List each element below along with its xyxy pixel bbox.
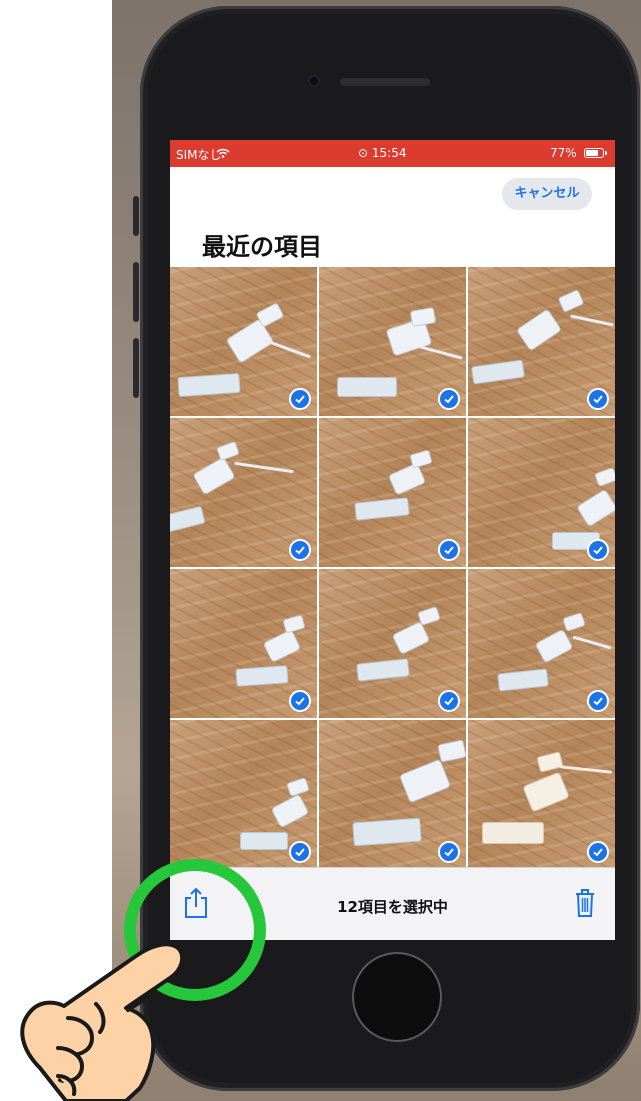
photo-thumbnail[interactable] <box>319 569 466 718</box>
photo-thumbnail[interactable] <box>319 267 466 416</box>
status-bar: SIMなし ⊙ 15:54 77% <box>170 140 615 167</box>
photo-thumbnail[interactable] <box>170 720 317 869</box>
selected-check-icon <box>587 690 609 712</box>
earpiece <box>340 78 430 86</box>
page-title: 最近の項目 <box>202 233 322 261</box>
side-button <box>133 196 139 236</box>
selected-check-icon <box>289 841 311 863</box>
selected-check-icon <box>438 690 460 712</box>
battery-icon <box>584 148 607 158</box>
status-time: ⊙ 15:54 <box>358 146 407 160</box>
front-camera <box>308 75 320 87</box>
usb-stick <box>240 832 288 850</box>
usb-stick <box>235 665 289 687</box>
selected-check-icon <box>438 841 460 863</box>
battery-percent: 77% <box>550 146 577 160</box>
selected-check-icon <box>587 841 609 863</box>
usb-stick <box>352 817 422 847</box>
pointing-hand-icon <box>20 942 185 1101</box>
cancel-button[interactable]: キャンセル <box>502 178 592 210</box>
volume-down-button <box>133 338 139 398</box>
usb-stick <box>482 822 544 844</box>
trash-icon[interactable] <box>574 888 596 918</box>
selected-check-icon <box>289 388 311 410</box>
usb-stick <box>337 377 397 397</box>
photo-thumbnail[interactable] <box>319 418 466 567</box>
photo-thumbnail[interactable] <box>170 418 317 567</box>
home-button[interactable] <box>352 952 442 1042</box>
volume-up-button <box>133 262 139 322</box>
selected-check-icon <box>438 539 460 561</box>
phone-screen: SIMなし ⊙ 15:54 77% キャンセル 最近の項目 12項目を選択中 <box>170 140 615 940</box>
photo-thumbnail[interactable] <box>319 720 466 869</box>
carrier-label: SIMなし <box>176 148 222 162</box>
photo-thumbnail[interactable] <box>468 267 615 416</box>
photo-thumbnail[interactable] <box>170 569 317 718</box>
photos-header: キャンセル 最近の項目 <box>170 167 615 267</box>
time-label: 15:54 <box>371 146 407 160</box>
selected-check-icon <box>587 388 609 410</box>
selected-check-icon <box>587 539 609 561</box>
photo-thumbnail[interactable] <box>468 569 615 718</box>
photo-thumbnail[interactable] <box>170 267 317 416</box>
photo-thumbnail[interactable] <box>468 418 615 567</box>
photo-thumbnail[interactable] <box>468 720 615 869</box>
photo-grid <box>170 267 615 869</box>
selected-check-icon <box>289 539 311 561</box>
wifi-icon <box>216 147 230 158</box>
selected-check-icon <box>438 388 460 410</box>
selected-check-icon <box>289 690 311 712</box>
